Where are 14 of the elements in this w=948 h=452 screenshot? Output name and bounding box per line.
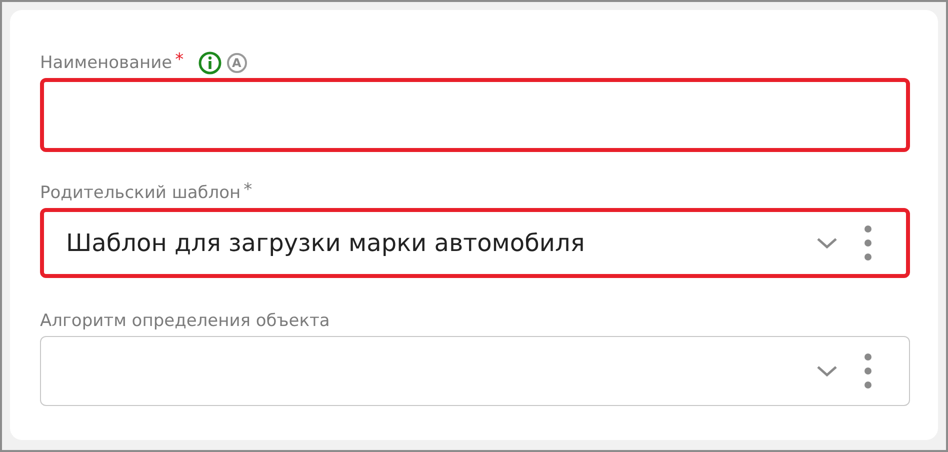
select-value: Шаблон для загрузки марки автомобиля [66,229,586,257]
field-label: Наименование [40,53,172,73]
select-field[interactable]: Шаблон для загрузки марки автомобиля [40,208,910,278]
field-label: Родительский шаблон [40,183,241,203]
select-field[interactable] [40,336,910,406]
required-asterisk: * [175,50,184,70]
field-label: Алгоритм определения объекта [40,311,330,331]
text-field[interactable] [40,78,910,152]
chevron-down-icon[interactable] [816,237,838,249]
info-icon[interactable] [198,51,222,75]
more-icon[interactable] [864,225,872,261]
required-asterisk: * [244,180,252,200]
more-icon[interactable] [864,353,872,389]
chevron-down-icon[interactable] [816,365,838,377]
